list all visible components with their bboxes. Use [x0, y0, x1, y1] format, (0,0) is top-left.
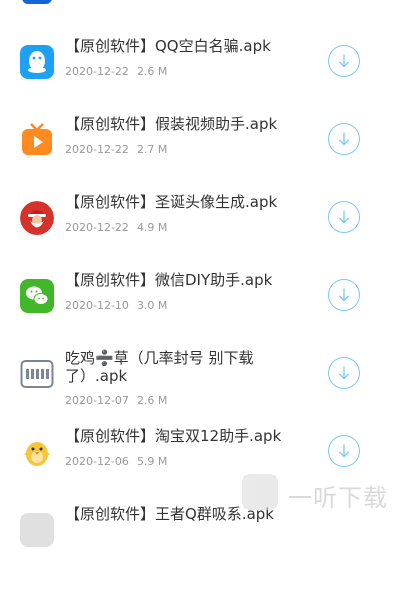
- item-size: 2.7 M: [136, 143, 168, 156]
- item-title[interactable]: 【原创软件】微信DIY助手.apk: [65, 271, 295, 289]
- app-icon: [20, 513, 54, 547]
- list-item: 【原创软件】假装视频助手.apk 2020-12-22 2.7 M: [0, 115, 400, 201]
- item-size: 2.6 M: [136, 394, 168, 407]
- download-button[interactable]: [328, 435, 360, 467]
- list-item: 【原创软件】圣诞头像生成.apk 2020-12-22 4.9 M: [0, 193, 400, 279]
- item-title[interactable]: 吃鸡➗草（几率封号 别下载了）.apk: [65, 349, 295, 385]
- item-meta: 2020-12-22 2.6 M: [65, 65, 167, 78]
- watermark-logo: [242, 474, 278, 510]
- chick-icon: [20, 435, 54, 469]
- list-item: 吃鸡➗草（几率封号 别下载了）.apk 2020-12-07 2.6 M: [0, 349, 400, 435]
- item-date: 2020-12-06: [65, 455, 129, 468]
- qq-icon: [20, 45, 54, 79]
- item-title[interactable]: 【原创软件】圣诞头像生成.apk: [65, 193, 295, 211]
- partial-app-icon-top: [22, 0, 52, 4]
- item-date: 2020-12-22: [65, 143, 129, 156]
- download-button[interactable]: [328, 201, 360, 233]
- item-size: 5.9 M: [136, 455, 168, 468]
- download-button[interactable]: [328, 123, 360, 155]
- item-title[interactable]: 【原创软件】淘宝双12助手.apk: [65, 427, 295, 445]
- item-date: 2020-12-07: [65, 394, 129, 407]
- list-item: 【原创软件】微信DIY助手.apk 2020-12-10 3.0 M: [0, 271, 400, 357]
- wechat-icon: [20, 279, 54, 313]
- watermark-text: 一听下载: [288, 484, 388, 512]
- download-button[interactable]: [328, 357, 360, 389]
- item-meta: 2020-12-22 2.7 M: [65, 143, 167, 156]
- item-meta: 2020-12-07 2.6 M: [65, 394, 167, 407]
- item-title[interactable]: 【原创软件】QQ空白名骗.apk: [65, 37, 295, 55]
- pubg-icon: [20, 357, 54, 391]
- item-size: 4.9 M: [136, 221, 168, 234]
- list-item: 【原创软件】QQ空白名骗.apk 2020-12-22 2.6 M: [0, 37, 400, 123]
- item-title[interactable]: 【原创软件】假装视频助手.apk: [65, 115, 295, 133]
- download-button[interactable]: [328, 45, 360, 77]
- watermark: 一听下载: [238, 468, 400, 518]
- item-meta: 2020-12-22 4.9 M: [65, 221, 167, 234]
- item-meta: 2020-12-06 5.9 M: [65, 455, 167, 468]
- item-size: 2.6 M: [136, 65, 168, 78]
- item-meta: 2020-12-10 3.0 M: [65, 299, 167, 312]
- download-button[interactable]: [328, 279, 360, 311]
- santa-icon: [20, 201, 54, 235]
- video-tv-icon: [20, 123, 54, 157]
- item-date: 2020-12-22: [65, 65, 129, 78]
- list-item: 【原创软件】王者Q群吸系.apk: [0, 505, 400, 591]
- item-date: 2020-12-22: [65, 221, 129, 234]
- item-size: 3.0 M: [136, 299, 168, 312]
- item-date: 2020-12-10: [65, 299, 129, 312]
